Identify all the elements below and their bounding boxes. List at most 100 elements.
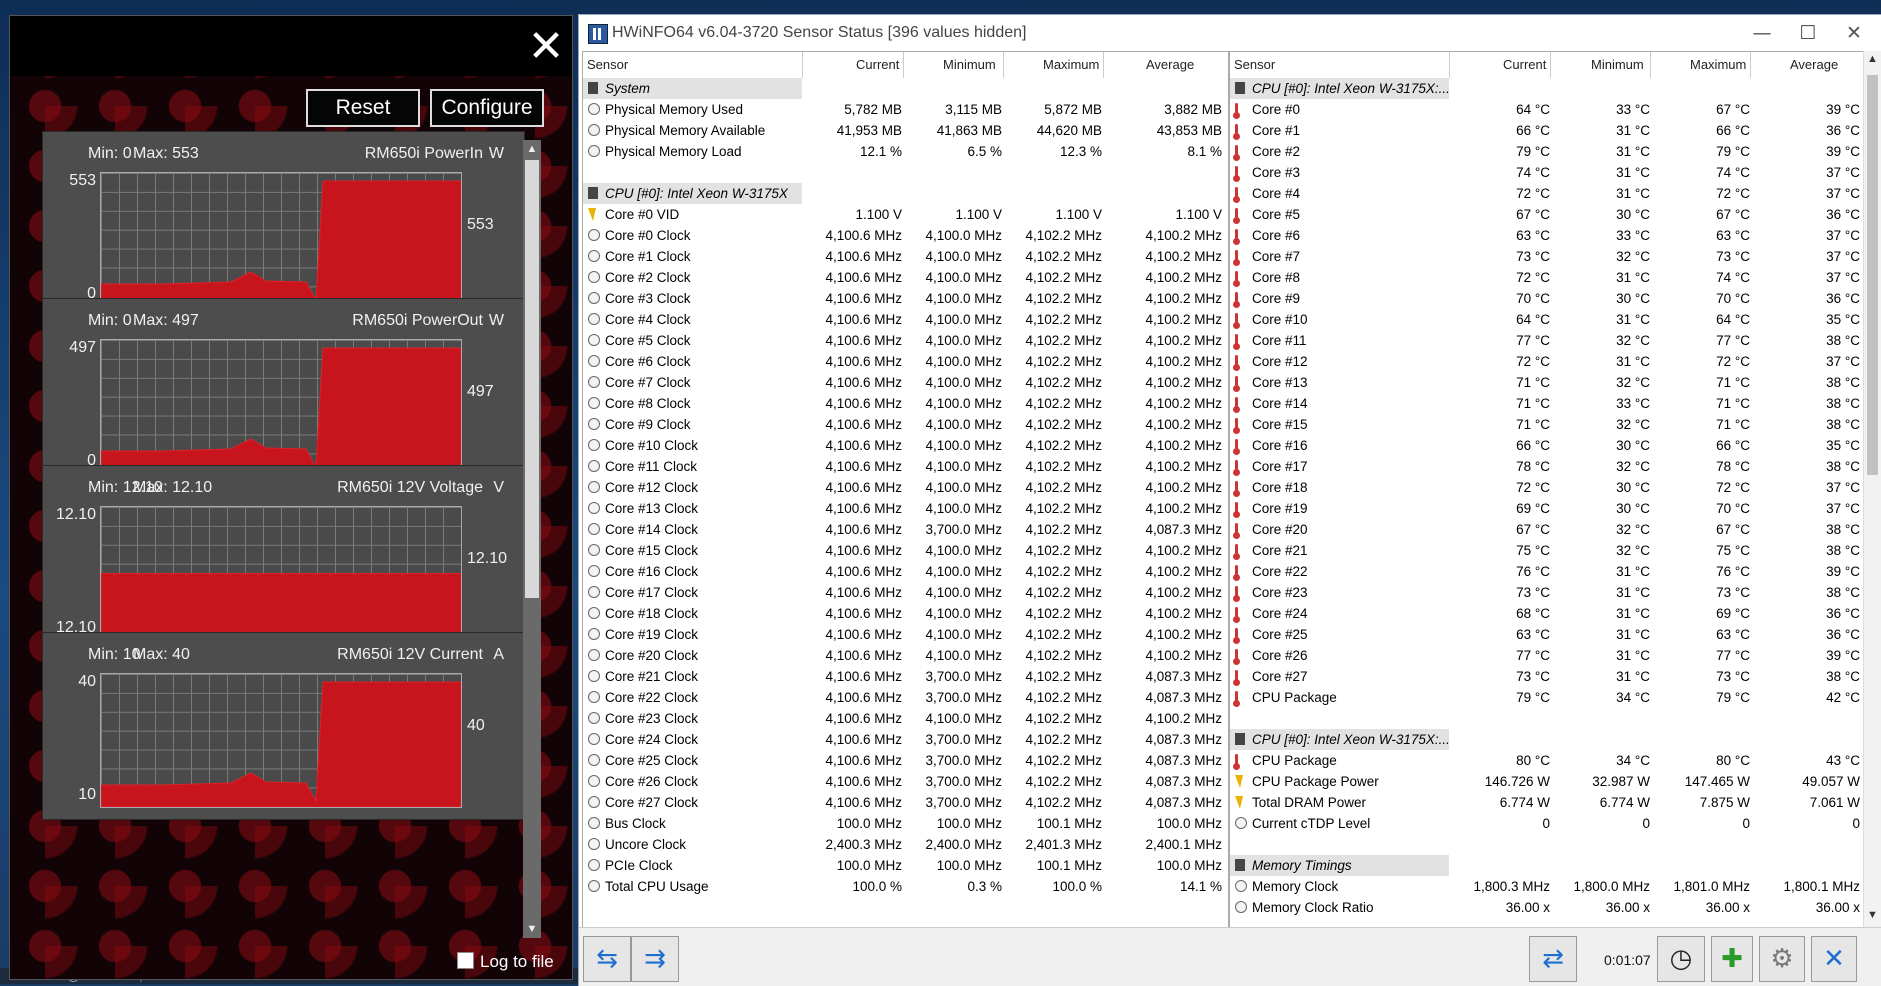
log-file-icon[interactable]: ✚ bbox=[1711, 936, 1753, 982]
sensor-group-header[interactable]: CPU [#0]: Intel Xeon W-3175X:... bbox=[1230, 729, 1866, 750]
sensor-row[interactable]: Core #24 Clock 4,100.6 MHz 3,700.0 MHz 4,10… bbox=[583, 729, 1228, 750]
sensor-row[interactable]: Core #12 72 °C 31 °C 72 °C 37 °C bbox=[1230, 351, 1866, 372]
sensor-row[interactable]: Core #13 71 °C 32 °C 71 °C 38 °C bbox=[1230, 372, 1866, 393]
sensor-group-header[interactable]: CPU [#0]: Intel Xeon W-3175X:... bbox=[1230, 78, 1866, 99]
sensor-row[interactable]: Uncore Clock 2,400.3 MHz 2,400.0 MHz 2,401.… bbox=[583, 834, 1228, 855]
scroll-thumb[interactable] bbox=[1867, 75, 1878, 475]
collapse-columns-button[interactable]: ⇉ bbox=[631, 936, 679, 982]
sensor-row[interactable]: Total DRAM Power 6.774 W 6.774 W 7.875 W 7.0… bbox=[1230, 792, 1866, 813]
sensor-row[interactable]: Core #3 74 °C 31 °C 74 °C 37 °C bbox=[1230, 162, 1866, 183]
sensor-group-header[interactable]: System bbox=[583, 78, 1228, 99]
sensor-row[interactable]: Core #18 Clock 4,100.6 MHz 4,100.0 MHz 4,10… bbox=[583, 603, 1228, 624]
sensor-row[interactable]: Core #17 78 °C 32 °C 78 °C 38 °C bbox=[1230, 456, 1866, 477]
sensor-row[interactable]: Core #19 69 °C 30 °C 70 °C 37 °C bbox=[1230, 498, 1866, 519]
sensor-row[interactable]: Core #0 Clock 4,100.6 MHz 4,100.0 MHz 4,102… bbox=[583, 225, 1228, 246]
sensor-row[interactable]: Core #22 Clock 4,100.6 MHz 3,700.0 MHz 4,10… bbox=[583, 687, 1228, 708]
sensor-row[interactable]: Core #13 Clock 4,100.6 MHz 4,100.0 MHz 4,10… bbox=[583, 498, 1228, 519]
sensor-row[interactable]: Core #6 Clock 4,100.6 MHz 4,100.0 MHz 4,102… bbox=[583, 351, 1228, 372]
sensor-row[interactable]: Core #24 68 °C 31 °C 69 °C 36 °C bbox=[1230, 603, 1866, 624]
scroll-thumb[interactable] bbox=[525, 160, 539, 598]
col-average[interactable]: Average bbox=[1790, 57, 1838, 72]
sensor-row[interactable]: Core #11 77 °C 32 °C 77 °C 38 °C bbox=[1230, 330, 1866, 351]
sensor-row[interactable]: Core #2 Clock 4,100.6 MHz 4,100.0 MHz 4,102… bbox=[583, 267, 1228, 288]
sensor-table-right[interactable]: Sensor Current Minimum Maximum Average C… bbox=[1229, 51, 1867, 929]
sensor-group-header[interactable]: CPU [#0]: Intel Xeon W-3175X bbox=[583, 183, 1228, 204]
sensor-group-header[interactable]: Memory Timings bbox=[1230, 855, 1866, 876]
scroll-down-icon[interactable]: ▼ bbox=[523, 920, 541, 938]
sensor-row[interactable]: Core #1 Clock 4,100.6 MHz 4,100.0 MHz 4,102… bbox=[583, 246, 1228, 267]
col-maximum[interactable]: Maximum bbox=[1043, 57, 1099, 72]
sensor-row[interactable]: Core #27 73 °C 31 °C 73 °C 38 °C bbox=[1230, 666, 1866, 687]
sensor-row[interactable]: Core #2 79 °C 31 °C 79 °C 39 °C bbox=[1230, 141, 1866, 162]
sensor-row[interactable]: CPU Package 79 °C 34 °C 79 °C 42 °C bbox=[1230, 687, 1866, 708]
sensor-row[interactable]: Core #7 73 °C 32 °C 73 °C 37 °C bbox=[1230, 246, 1866, 267]
sensor-row[interactable]: Core #22 76 °C 31 °C 76 °C 39 °C bbox=[1230, 561, 1866, 582]
window-close-button[interactable]: ✕ bbox=[1831, 19, 1877, 47]
sensor-row[interactable]: Core #23 Clock 4,100.6 MHz 4,100.0 MHz 4,10… bbox=[583, 708, 1228, 729]
sensor-row[interactable]: Core #5 67 °C 30 °C 67 °C 36 °C bbox=[1230, 204, 1866, 225]
sensor-graph-panel[interactable]: Min: 0 Max: 497 RM650i PowerOut W 497 0 … bbox=[42, 298, 525, 486]
scroll-down-icon[interactable]: ▼ bbox=[1864, 909, 1881, 925]
col-sensor[interactable]: Sensor bbox=[587, 57, 628, 72]
col-current[interactable]: Current bbox=[856, 57, 899, 72]
sensor-row[interactable]: Core #4 Clock 4,100.6 MHz 4,100.0 MHz 4,102… bbox=[583, 309, 1228, 330]
maximize-button[interactable]: ☐ bbox=[1785, 19, 1831, 47]
sensor-row[interactable]: Core #17 Clock 4,100.6 MHz 4,100.0 MHz 4,10… bbox=[583, 582, 1228, 603]
sensor-row[interactable]: Core #15 Clock 4,100.6 MHz 4,100.0 MHz 4,10… bbox=[583, 540, 1228, 561]
expand-columns-button[interactable]: ⇆ bbox=[583, 936, 631, 982]
sensor-row[interactable]: Core #10 Clock 4,100.6 MHz 4,100.0 MHz 4,10… bbox=[583, 435, 1228, 456]
log-to-file-option[interactable]: Log to file bbox=[457, 952, 554, 972]
sensor-row[interactable]: Core #15 71 °C 32 °C 71 °C 38 °C bbox=[1230, 414, 1866, 435]
sensor-row[interactable]: Core #6 63 °C 33 °C 63 °C 37 °C bbox=[1230, 225, 1866, 246]
sensor-row[interactable]: CPU Package 80 °C 34 °C 80 °C 43 °C bbox=[1230, 750, 1866, 771]
col-average[interactable]: Average bbox=[1146, 57, 1194, 72]
sensor-row[interactable]: Physical Memory Load 12.1 % 6.5 % 12.3 % 8.1… bbox=[583, 141, 1228, 162]
sensor-row[interactable]: Core #4 72 °C 31 °C 72 °C 37 °C bbox=[1230, 183, 1866, 204]
sensor-row[interactable]: Core #0 VID 1.100 V 1.100 V 1.100 V 1.100 V bbox=[583, 204, 1228, 225]
col-minimum[interactable]: Minimum bbox=[1591, 57, 1644, 72]
sensor-row[interactable]: CPU Package Power 146.726 W 32.987 W 147.46… bbox=[1230, 771, 1866, 792]
sensor-row[interactable]: Memory Clock 1,800.3 MHz 1,800.0 MHz 1,801.… bbox=[1230, 876, 1866, 897]
sensor-row[interactable]: Core #25 63 °C 31 °C 63 °C 36 °C bbox=[1230, 624, 1866, 645]
scroll-up-icon[interactable]: ▲ bbox=[523, 140, 541, 158]
sensor-row[interactable]: PCIe Clock 100.0 MHz 100.0 MHz 100.1 MHz 100… bbox=[583, 855, 1228, 876]
sensor-table-left[interactable]: Sensor Current Minimum Maximum Average S… bbox=[582, 51, 1229, 929]
sensor-row[interactable]: Core #8 72 °C 31 °C 74 °C 37 °C bbox=[1230, 267, 1866, 288]
col-current[interactable]: Current bbox=[1503, 57, 1546, 72]
settings-gear-icon[interactable]: ⚙ bbox=[1759, 936, 1805, 982]
sensor-row[interactable]: Core #26 77 °C 31 °C 77 °C 39 °C bbox=[1230, 645, 1866, 666]
sensor-row[interactable]: Total CPU Usage 100.0 % 0.3 % 100.0 % 14.1 % bbox=[583, 876, 1228, 897]
log-to-file-checkbox[interactable] bbox=[457, 952, 474, 969]
col-maximum[interactable]: Maximum bbox=[1690, 57, 1746, 72]
network-icon[interactable]: ⇄ bbox=[1529, 936, 1577, 982]
close-sensors-icon[interactable]: ✕ bbox=[1811, 936, 1857, 982]
sensor-row[interactable]: Physical Memory Used 5,782 MB 3,115 MB 5,87… bbox=[583, 99, 1228, 120]
minimize-button[interactable]: — bbox=[1739, 19, 1785, 47]
clock-icon[interactable]: ◷ bbox=[1657, 936, 1705, 982]
reset-button[interactable]: Reset bbox=[306, 89, 420, 127]
sensor-row[interactable]: Core #11 Clock 4,100.6 MHz 4,100.0 MHz 4,10… bbox=[583, 456, 1228, 477]
sensor-graph-panel[interactable]: Min: 0 Max: 553 RM650i PowerIn W 553 0 5… bbox=[42, 131, 525, 319]
sensor-row[interactable]: Core #9 Clock 4,100.6 MHz 4,100.0 MHz 4,102… bbox=[583, 414, 1228, 435]
sensor-graph-panel[interactable]: Min: 10 Max: 40 RM650i 12V Current A 40 … bbox=[42, 632, 525, 820]
sensor-row[interactable]: Core #19 Clock 4,100.6 MHz 4,100.0 MHz 4,10… bbox=[583, 624, 1228, 645]
sensor-row[interactable]: Core #25 Clock 4,100.6 MHz 3,700.0 MHz 4,10… bbox=[583, 750, 1228, 771]
sensor-row[interactable]: Core #23 73 °C 31 °C 73 °C 38 °C bbox=[1230, 582, 1866, 603]
sensor-row[interactable]: Memory Clock Ratio 36.00 x 36.00 x 36.00 x 3… bbox=[1230, 897, 1866, 918]
sensor-row[interactable]: Core #7 Clock 4,100.6 MHz 4,100.0 MHz 4,102… bbox=[583, 372, 1228, 393]
configure-button[interactable]: Configure bbox=[430, 89, 544, 127]
sensor-row[interactable]: Current cTDP Level 0 0 0 0 bbox=[1230, 813, 1866, 834]
sensor-row[interactable]: Core #14 Clock 4,100.6 MHz 3,700.0 MHz 4,10… bbox=[583, 519, 1228, 540]
close-icon[interactable]: ✕ bbox=[526, 25, 566, 69]
sensor-row[interactable]: Core #16 66 °C 30 °C 66 °C 35 °C bbox=[1230, 435, 1866, 456]
sensor-scrollbar[interactable]: ▲ ▼ bbox=[1863, 51, 1881, 927]
sensor-row[interactable]: Core #1 66 °C 31 °C 66 °C 36 °C bbox=[1230, 120, 1866, 141]
sensor-row[interactable]: Bus Clock 100.0 MHz 100.0 MHz 100.1 MHz 100.… bbox=[583, 813, 1228, 834]
sensor-row[interactable]: Core #10 64 °C 31 °C 64 °C 35 °C bbox=[1230, 309, 1866, 330]
sensor-graph-panel[interactable]: Min: 12.10 Max: 12.10 RM650i 12V Voltage… bbox=[42, 465, 525, 653]
sensor-row[interactable]: Core #20 Clock 4,100.6 MHz 4,100.0 MHz 4,10… bbox=[583, 645, 1228, 666]
panel-scrollbar[interactable]: ▲ ▼ bbox=[523, 140, 541, 938]
sensor-row[interactable]: Core #0 64 °C 33 °C 67 °C 39 °C bbox=[1230, 99, 1866, 120]
sensor-row[interactable]: Core #8 Clock 4,100.6 MHz 4,100.0 MHz 4,102… bbox=[583, 393, 1228, 414]
sensor-row[interactable]: Core #14 71 °C 33 °C 71 °C 38 °C bbox=[1230, 393, 1866, 414]
